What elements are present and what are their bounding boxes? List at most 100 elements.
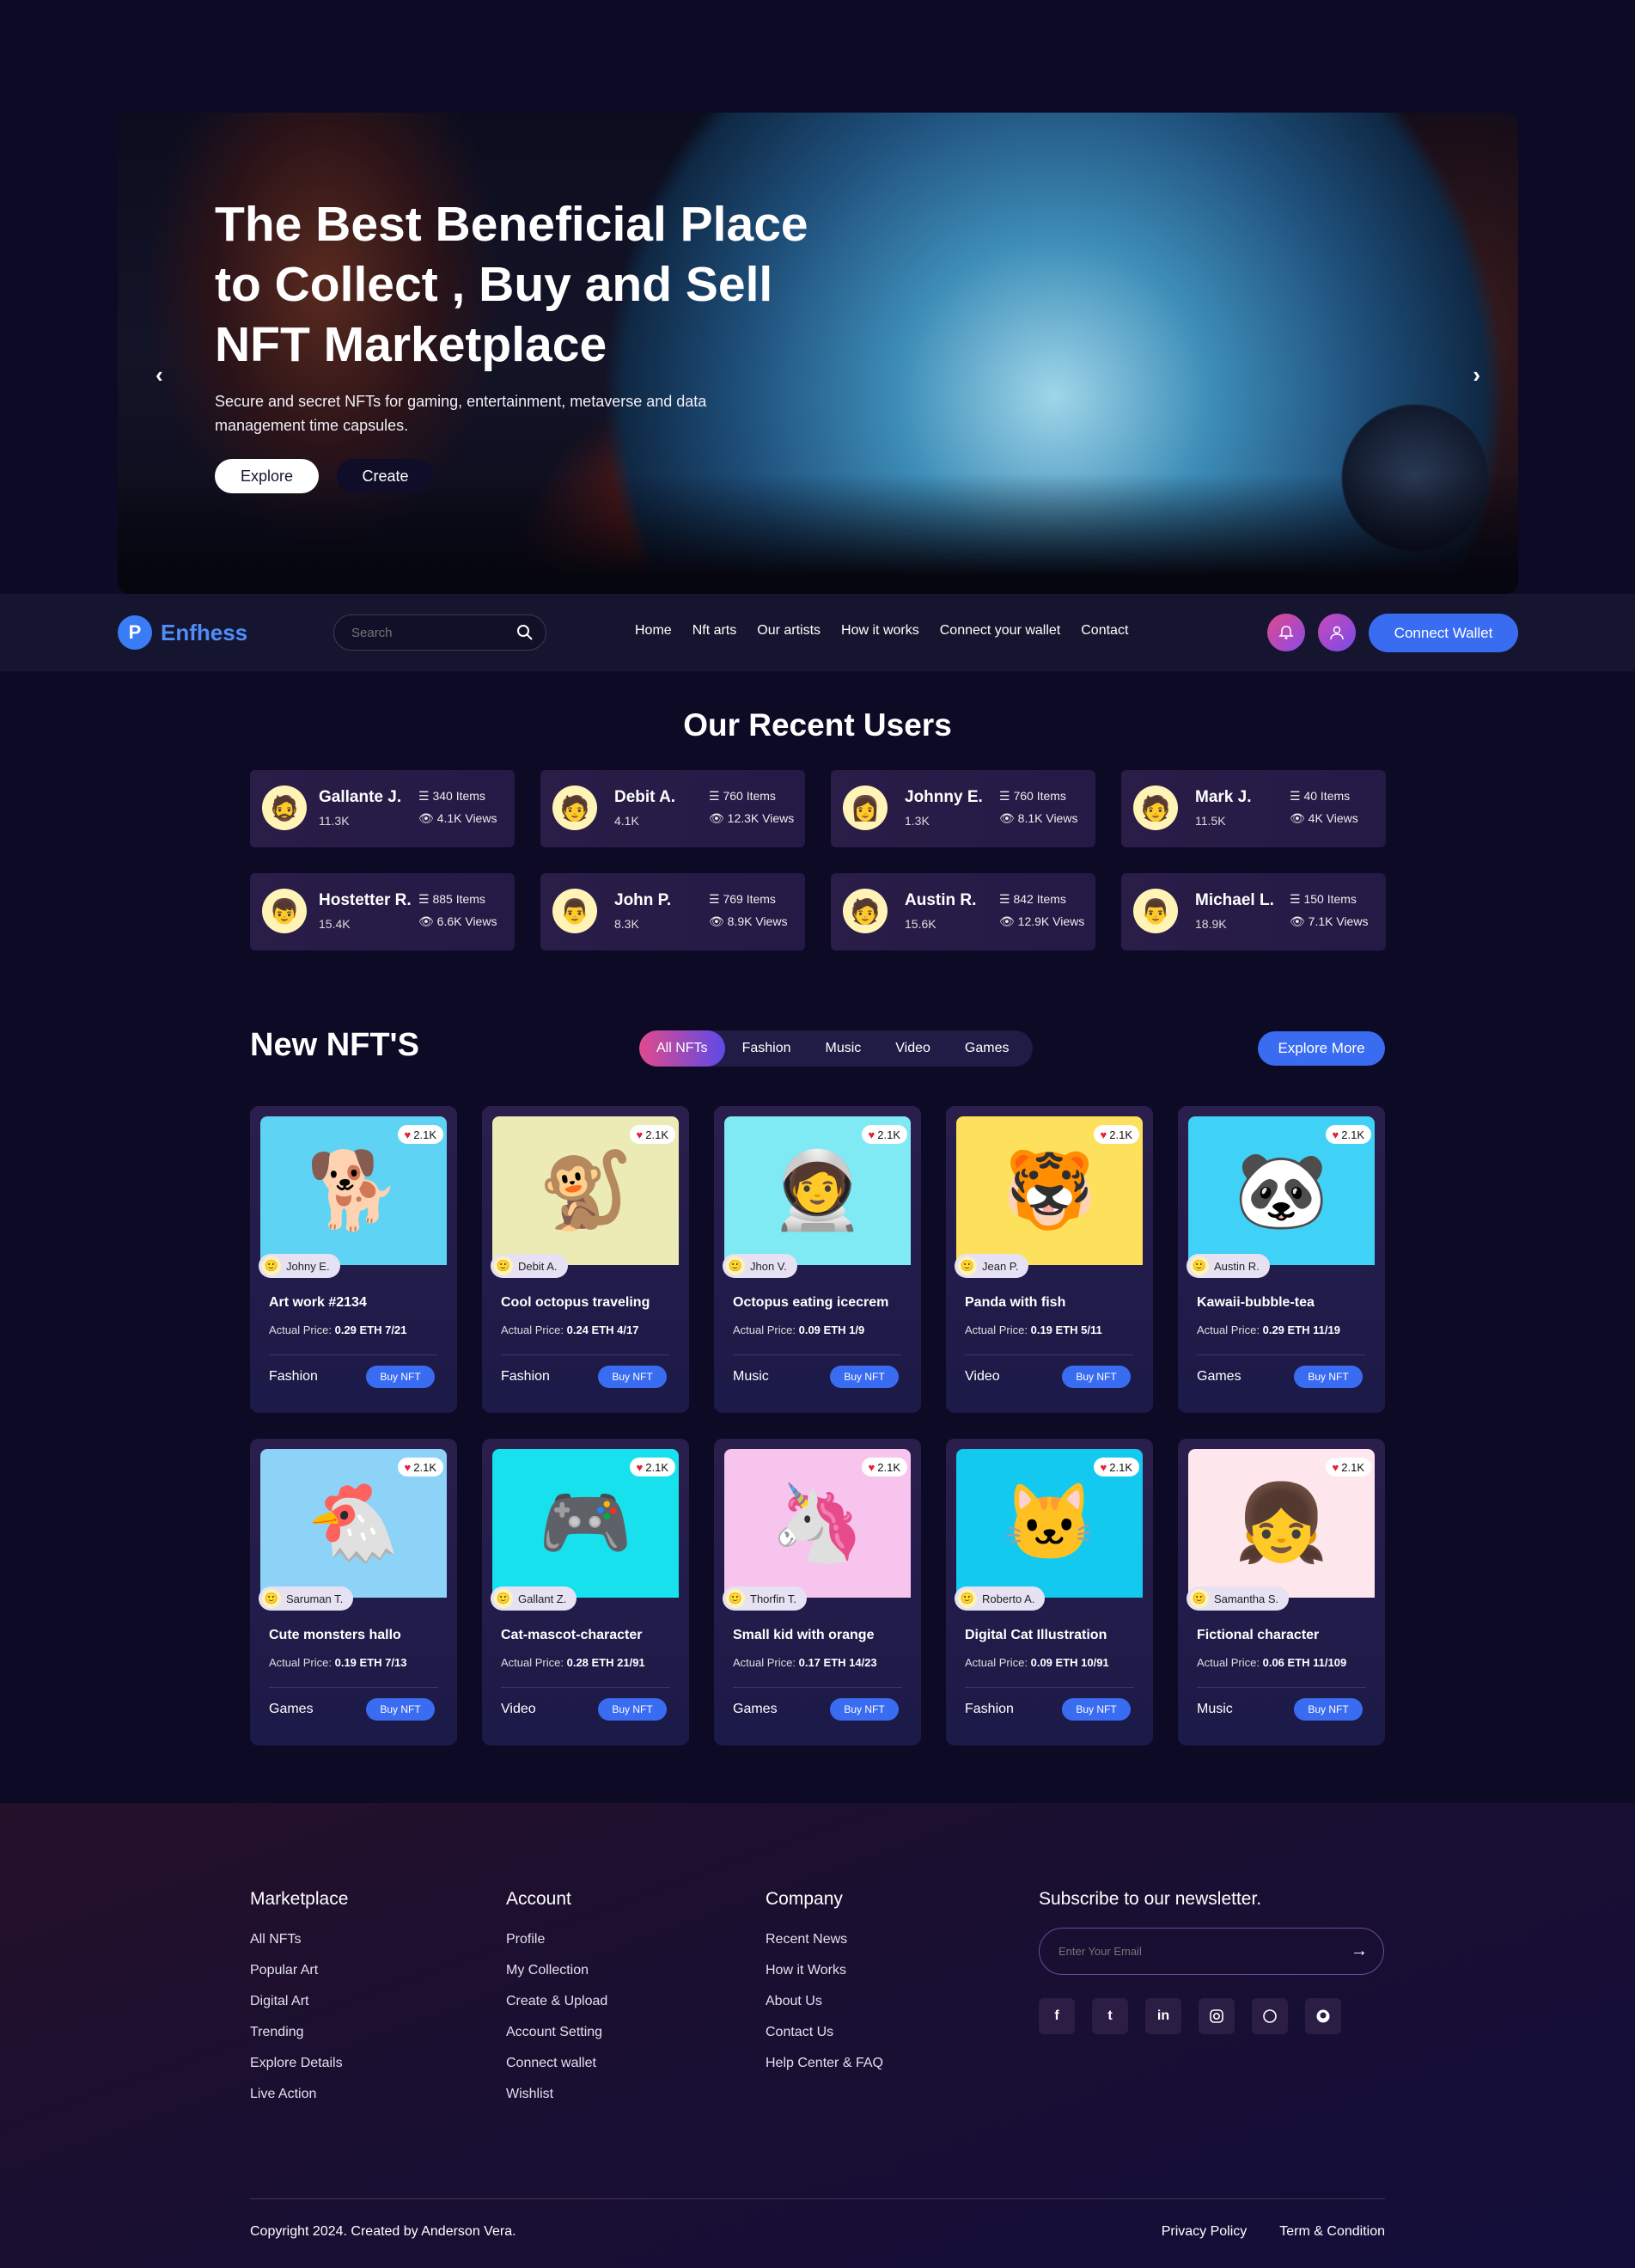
footer-link[interactable]: About Us [766, 1994, 883, 2025]
owner-badge[interactable]: 🙂 Saruman T. [259, 1586, 354, 1611]
buy-nft-button[interactable]: Buy NFT [366, 1366, 435, 1388]
nft-card[interactable]: 🐒 ♥ 2.1K 🙂 Debit A. Cool octopus traveling Act… [482, 1106, 689, 1413]
like-badge[interactable]: ♥ 2.1K [1093, 1125, 1139, 1144]
owner-badge[interactable]: 🙂 Jhon V. [723, 1254, 797, 1278]
footer-link[interactable]: Digital Art [250, 1994, 348, 2025]
nft-card[interactable]: 🐱 ♥ 2.1K 🙂 Roberto A. Digital Cat Illustratio… [946, 1439, 1153, 1745]
buy-nft-button[interactable]: Buy NFT [598, 1698, 667, 1721]
nft-card[interactable]: 🎮 ♥ 2.1K 🙂 Gallant Z. Cat-mascot-character Act… [482, 1439, 689, 1745]
nft-card[interactable]: 🐼 ♥ 2.1K 🙂 Austin R. Kawaii-bubble-tea Actual … [1178, 1106, 1385, 1413]
search-icon[interactable] [516, 624, 534, 641]
footer-link[interactable]: My Collection [506, 1963, 607, 1994]
like-badge[interactable]: ♥ 2.1K [397, 1125, 443, 1144]
footer-link[interactable]: Profile [506, 1932, 607, 1963]
nav-link-contact[interactable]: Contact [1081, 623, 1128, 639]
owner-badge[interactable]: 🙂 Debit A. [491, 1254, 568, 1278]
privacy-policy-link[interactable]: Privacy Policy [1162, 2224, 1248, 2240]
nft-card[interactable]: 🦄 ♥ 2.1K 🙂 Thorfin T. Small kid with orange Ac… [714, 1439, 921, 1745]
user-card[interactable]: 🧔 Gallante J. 11.3K ☰ 340 Items 👁 4.1K Views [250, 770, 515, 847]
footer-link[interactable]: Recent News [766, 1932, 883, 1963]
search-input[interactable] [351, 625, 506, 640]
buy-nft-button[interactable]: Buy NFT [1062, 1698, 1131, 1721]
nav-link-our-artists[interactable]: Our artists [757, 623, 821, 639]
nav-link-home[interactable]: Home [635, 623, 672, 639]
eye-icon: 👁 [418, 811, 437, 825]
tab-games[interactable]: Games [948, 1030, 1027, 1067]
footer-link[interactable]: Connect wallet [506, 2056, 607, 2087]
footer-link[interactable]: Contact Us [766, 2025, 883, 2056]
newsletter-form: → [1039, 1928, 1384, 1975]
facebook-icon[interactable]: f [1039, 1998, 1075, 2034]
owner-badge[interactable]: 🙂 Thorfin T. [723, 1586, 807, 1611]
brand-logo[interactable]: P Enfhess [118, 615, 247, 650]
footer-link[interactable]: Create & Upload [506, 1994, 607, 2025]
items-count: ☰ 760 Items [999, 789, 1066, 804]
buy-nft-button[interactable]: Buy NFT [1294, 1366, 1363, 1388]
user-card[interactable]: 🧑 Mark J. 11.5K ☰ 40 Items 👁 4K Views [1121, 770, 1386, 847]
connect-wallet-button[interactable]: Connect Wallet [1369, 614, 1518, 652]
footer-link[interactable]: All NFTs [250, 1932, 348, 1963]
arrow-right-icon[interactable]: → [1351, 1941, 1368, 1961]
like-badge[interactable]: ♥ 2.1K [629, 1125, 675, 1144]
buy-nft-button[interactable]: Buy NFT [598, 1366, 667, 1388]
instagram-icon[interactable] [1199, 1998, 1235, 2034]
like-badge[interactable]: ♥ 2.1K [1093, 1458, 1139, 1476]
footer-link[interactable]: Wishlist [506, 2087, 607, 2118]
like-badge[interactable]: ♥ 2.1K [1325, 1125, 1371, 1144]
like-badge[interactable]: ♥ 2.1K [629, 1458, 675, 1476]
user-card[interactable]: 👨 Michael L. 18.9K ☰ 150 Items 👁 7.1K Views [1121, 873, 1386, 951]
tab-music[interactable]: Music [808, 1030, 878, 1067]
buy-nft-button[interactable]: Buy NFT [830, 1366, 899, 1388]
tab-all-nfts[interactable]: All NFTs [639, 1030, 725, 1067]
buy-nft-button[interactable]: Buy NFT [830, 1698, 899, 1721]
nav-link-how-it-works[interactable]: How it works [841, 623, 919, 639]
nft-card[interactable]: 🐔 ♥ 2.1K 🙂 Saruman T. Cute monsters hallo Actu… [250, 1439, 457, 1745]
buy-nft-button[interactable]: Buy NFT [366, 1698, 435, 1721]
newsletter-email-input[interactable] [1058, 1945, 1316, 1958]
owner-badge[interactable]: 🙂 Roberto A. [955, 1586, 1046, 1611]
owner-badge[interactable]: 🙂 Jean P. [955, 1254, 1029, 1278]
footer-link[interactable]: Help Center & FAQ [766, 2056, 883, 2087]
footer-link[interactable]: How it Works [766, 1963, 883, 1994]
user-card[interactable]: 👨 John P. 8.3K ☰ 769 Items 👁 8.9K Views [540, 873, 805, 951]
user-card[interactable]: 🧑 Austin R. 15.6K ☰ 842 Items 👁 12.9K Views [831, 873, 1095, 951]
twitter-icon[interactable]: t [1092, 1998, 1128, 2034]
owner-badge[interactable]: 🙂 Samantha S. [1187, 1586, 1290, 1611]
explore-more-button[interactable]: Explore More [1258, 1031, 1385, 1066]
prev-slide-icon[interactable]: ‹ [156, 362, 163, 388]
footer-link[interactable]: Account Setting [506, 2025, 607, 2056]
footer-link[interactable]: Explore Details [250, 2056, 348, 2087]
terms-link[interactable]: Term & Condition [1279, 2224, 1385, 2240]
footer-link[interactable]: Live Action [250, 2087, 348, 2118]
user-card[interactable]: 👦 Hostetter R. 15.4K ☰ 885 Items 👁 6.6K View… [250, 873, 515, 951]
linkedin-icon[interactable]: in [1145, 1998, 1181, 2034]
like-badge[interactable]: ♥ 2.1K [397, 1458, 443, 1476]
owner-badge[interactable]: 🙂 Johny E. [259, 1254, 340, 1278]
user-card[interactable]: 👩 Johnny E. 1.3K ☰ 760 Items 👁 8.1K Views [831, 770, 1095, 847]
like-badge[interactable]: ♥ 2.1K [861, 1458, 907, 1476]
footer-link[interactable]: Trending [250, 2025, 348, 2056]
next-slide-icon[interactable]: › [1473, 362, 1480, 388]
create-button[interactable]: Create [337, 459, 434, 493]
owner-badge[interactable]: 🙂 Gallant Z. [491, 1586, 577, 1611]
user-profile-icon[interactable] [1318, 614, 1356, 651]
like-badge[interactable]: ♥ 2.1K [861, 1125, 907, 1144]
notification-bell-icon[interactable] [1267, 614, 1305, 651]
nft-card[interactable]: 🐕 ♥ 2.1K 🙂 Johny E. Art work #2134 Actual Pric… [250, 1106, 457, 1413]
tab-video[interactable]: Video [878, 1030, 948, 1067]
nav-link-nft-arts[interactable]: Nft arts [692, 623, 737, 639]
nav-link-connect-wallet[interactable]: Connect your wallet [940, 623, 1061, 639]
footer-link[interactable]: Popular Art [250, 1963, 348, 1994]
whatsapp-icon[interactable] [1252, 1998, 1288, 2034]
tab-fashion[interactable]: Fashion [725, 1030, 808, 1067]
owner-badge[interactable]: 🙂 Austin R. [1187, 1254, 1270, 1278]
nft-card[interactable]: 👧 ♥ 2.1K 🙂 Samantha S. Fictional character Act… [1178, 1439, 1385, 1745]
buy-nft-button[interactable]: Buy NFT [1062, 1366, 1131, 1388]
buy-nft-button[interactable]: Buy NFT [1294, 1698, 1363, 1721]
explore-button[interactable]: Explore [215, 459, 319, 493]
user-card[interactable]: 🧑 Debit A. 4.1K ☰ 760 Items 👁 12.3K Views [540, 770, 805, 847]
github-icon[interactable] [1305, 1998, 1341, 2034]
like-badge[interactable]: ♥ 2.1K [1325, 1458, 1371, 1476]
nft-card[interactable]: 🧑‍🚀 ♥ 2.1K 🙂 Jhon V. Octopus eating icecrem Ac… [714, 1106, 921, 1413]
nft-card[interactable]: 🐯 ♥ 2.1K 🙂 Jean P. Panda with fish Actual Pric… [946, 1106, 1153, 1413]
